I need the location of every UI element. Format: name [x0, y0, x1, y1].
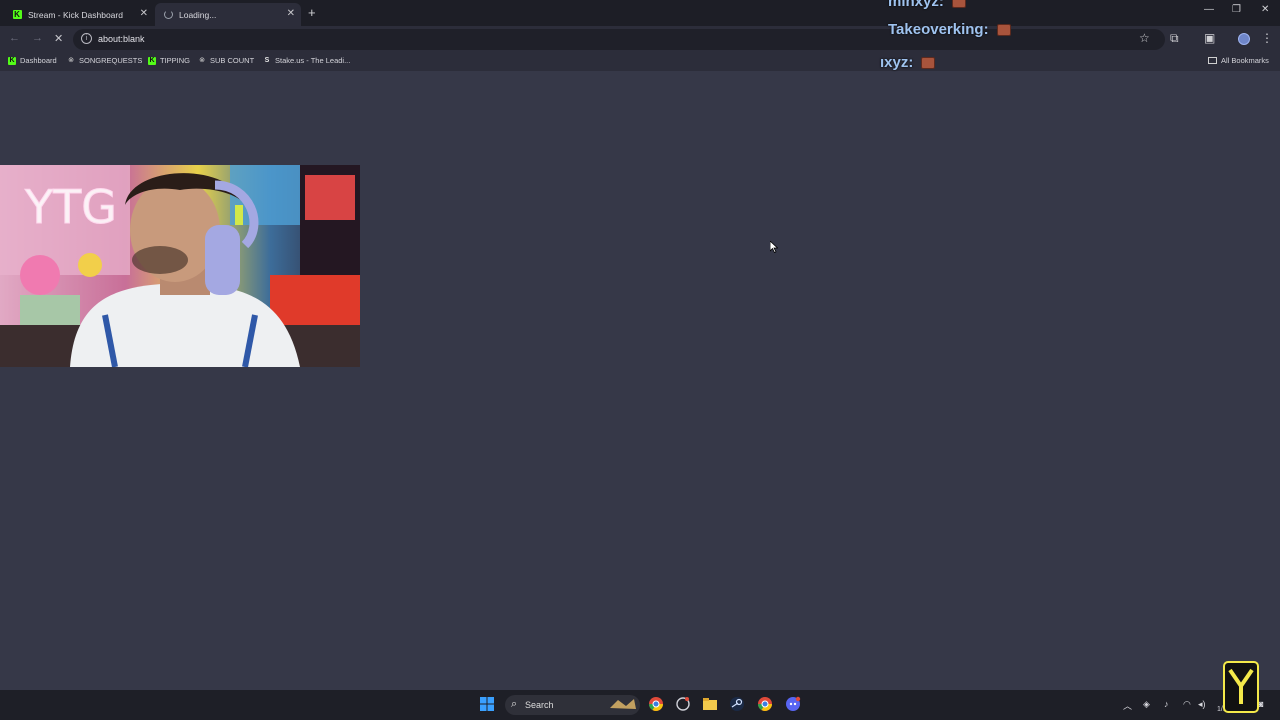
bookmark-label: SONGREQUESTS: [79, 56, 143, 65]
tab-kick-dashboard[interactable]: K Stream - Kick Dashboard ✕: [4, 3, 154, 26]
webcam-feed: YTG: [0, 165, 360, 367]
steam-icon[interactable]: [729, 696, 745, 712]
kick-icon: K: [12, 10, 22, 19]
streamelements-icon: ⊗: [68, 56, 74, 64]
window-close-icon[interactable]: ✕: [1261, 4, 1269, 15]
chat-line: minxyz:: [888, 0, 966, 10]
ytg-logo-watermark: [1223, 661, 1259, 713]
mouse-cursor-icon: [770, 241, 778, 253]
profile-avatar[interactable]: [1238, 33, 1250, 45]
bookmark-sub-count[interactable]: ⊗ SUB COUNT: [198, 56, 254, 65]
volume-icon[interactable]: ◂): [1198, 699, 1206, 710]
back-icon[interactable]: ←: [9, 32, 20, 44]
wifi-icon[interactable]: ◠: [1183, 699, 1191, 710]
minimize-icon[interactable]: —: [1204, 4, 1214, 15]
emote-icon: [951, 0, 966, 9]
url-text: about:blank: [98, 34, 145, 44]
app-icon[interactable]: [675, 696, 691, 712]
windows-start-icon[interactable]: [479, 696, 495, 712]
tab-strip: K Stream - Kick Dashboard ✕ Loading... ✕…: [0, 0, 1280, 26]
bookmark-songrequests[interactable]: ⊗ SONGREQUESTS: [67, 56, 142, 65]
bookmark-tipping[interactable]: K TIPPING: [148, 56, 190, 65]
bookmark-label: TIPPING: [160, 56, 191, 65]
chat-username: minxyz:: [888, 0, 944, 10]
stop-loading-icon[interactable]: ✕: [54, 32, 63, 45]
loading-spinner-icon: [163, 10, 173, 20]
streamelements-icon: ⊗: [199, 56, 205, 64]
stake-icon: S: [264, 56, 270, 64]
bookmark-star-icon[interactable]: ☆: [1139, 31, 1150, 45]
tray-overflow-icon[interactable]: ︿: [1123, 699, 1132, 712]
menu-icon[interactable]: ⋮: [1261, 31, 1273, 45]
discord-icon[interactable]: [785, 696, 801, 712]
search-icon: ⌕: [511, 698, 518, 710]
kick-icon: K: [8, 56, 16, 65]
emote-icon: [921, 57, 936, 70]
chat-username: ıxyz:: [880, 54, 914, 71]
all-bookmarks[interactable]: All Bookmarks: [1208, 56, 1269, 65]
bookmarks-bar: K Dashboard ⊗ SONGREQUESTS K TIPPING ⊗ S…: [0, 53, 1280, 71]
restore-icon[interactable]: ❐: [1232, 4, 1241, 15]
bookmark-label: SUB COUNT: [210, 56, 255, 65]
tab-loading[interactable]: Loading... ✕: [155, 3, 301, 26]
search-highlight-icon: [610, 699, 636, 709]
folder-icon: [1208, 57, 1217, 64]
close-icon[interactable]: ✕: [287, 8, 295, 19]
microphone-icon[interactable]: ♪: [1164, 699, 1169, 709]
chrome-alt-icon[interactable]: [757, 696, 773, 712]
bookmark-label: Dashboard: [20, 56, 57, 65]
bookmark-stake[interactable]: S Stake.us - The Leadi...: [263, 56, 351, 65]
chat-line: ıxyz:: [880, 54, 936, 71]
chat-line: Takeoverking:: [888, 21, 1011, 38]
file-explorer-icon[interactable]: [702, 696, 718, 712]
tab-title: Loading...: [179, 9, 217, 20]
cast-icon[interactable]: ▣: [1204, 31, 1215, 45]
tray-app-icon[interactable]: ◈: [1143, 699, 1150, 710]
all-bookmarks-label: All Bookmarks: [1221, 56, 1269, 65]
extensions-icon[interactable]: ⧉: [1170, 31, 1179, 46]
chrome-icon[interactable]: [648, 696, 664, 712]
webcam-image: YTG: [0, 165, 360, 367]
neon-sign-text: YTG: [24, 180, 117, 234]
close-icon[interactable]: ✕: [140, 8, 148, 19]
browser-toolbar: ← → ✕ i about:blank ☆ ⧉ ▣ ⋮: [0, 26, 1280, 53]
new-tab-icon[interactable]: +: [308, 5, 316, 20]
bookmark-label: Stake.us - The Leadi...: [275, 56, 351, 65]
site-info-icon[interactable]: i: [81, 33, 92, 44]
taskbar: ⌕ Search ︿ ◈ ♪ ◠ ◂) 1/16 ◙: [0, 690, 1280, 720]
tab-title: Stream - Kick Dashboard: [28, 9, 123, 20]
search-label: Search: [525, 700, 554, 710]
kick-icon: K: [148, 56, 156, 65]
bookmark-dashboard[interactable]: K Dashboard: [8, 56, 57, 65]
chat-username: Takeoverking:: [888, 21, 989, 38]
emote-icon: [996, 24, 1011, 37]
forward-icon[interactable]: →: [32, 32, 43, 44]
